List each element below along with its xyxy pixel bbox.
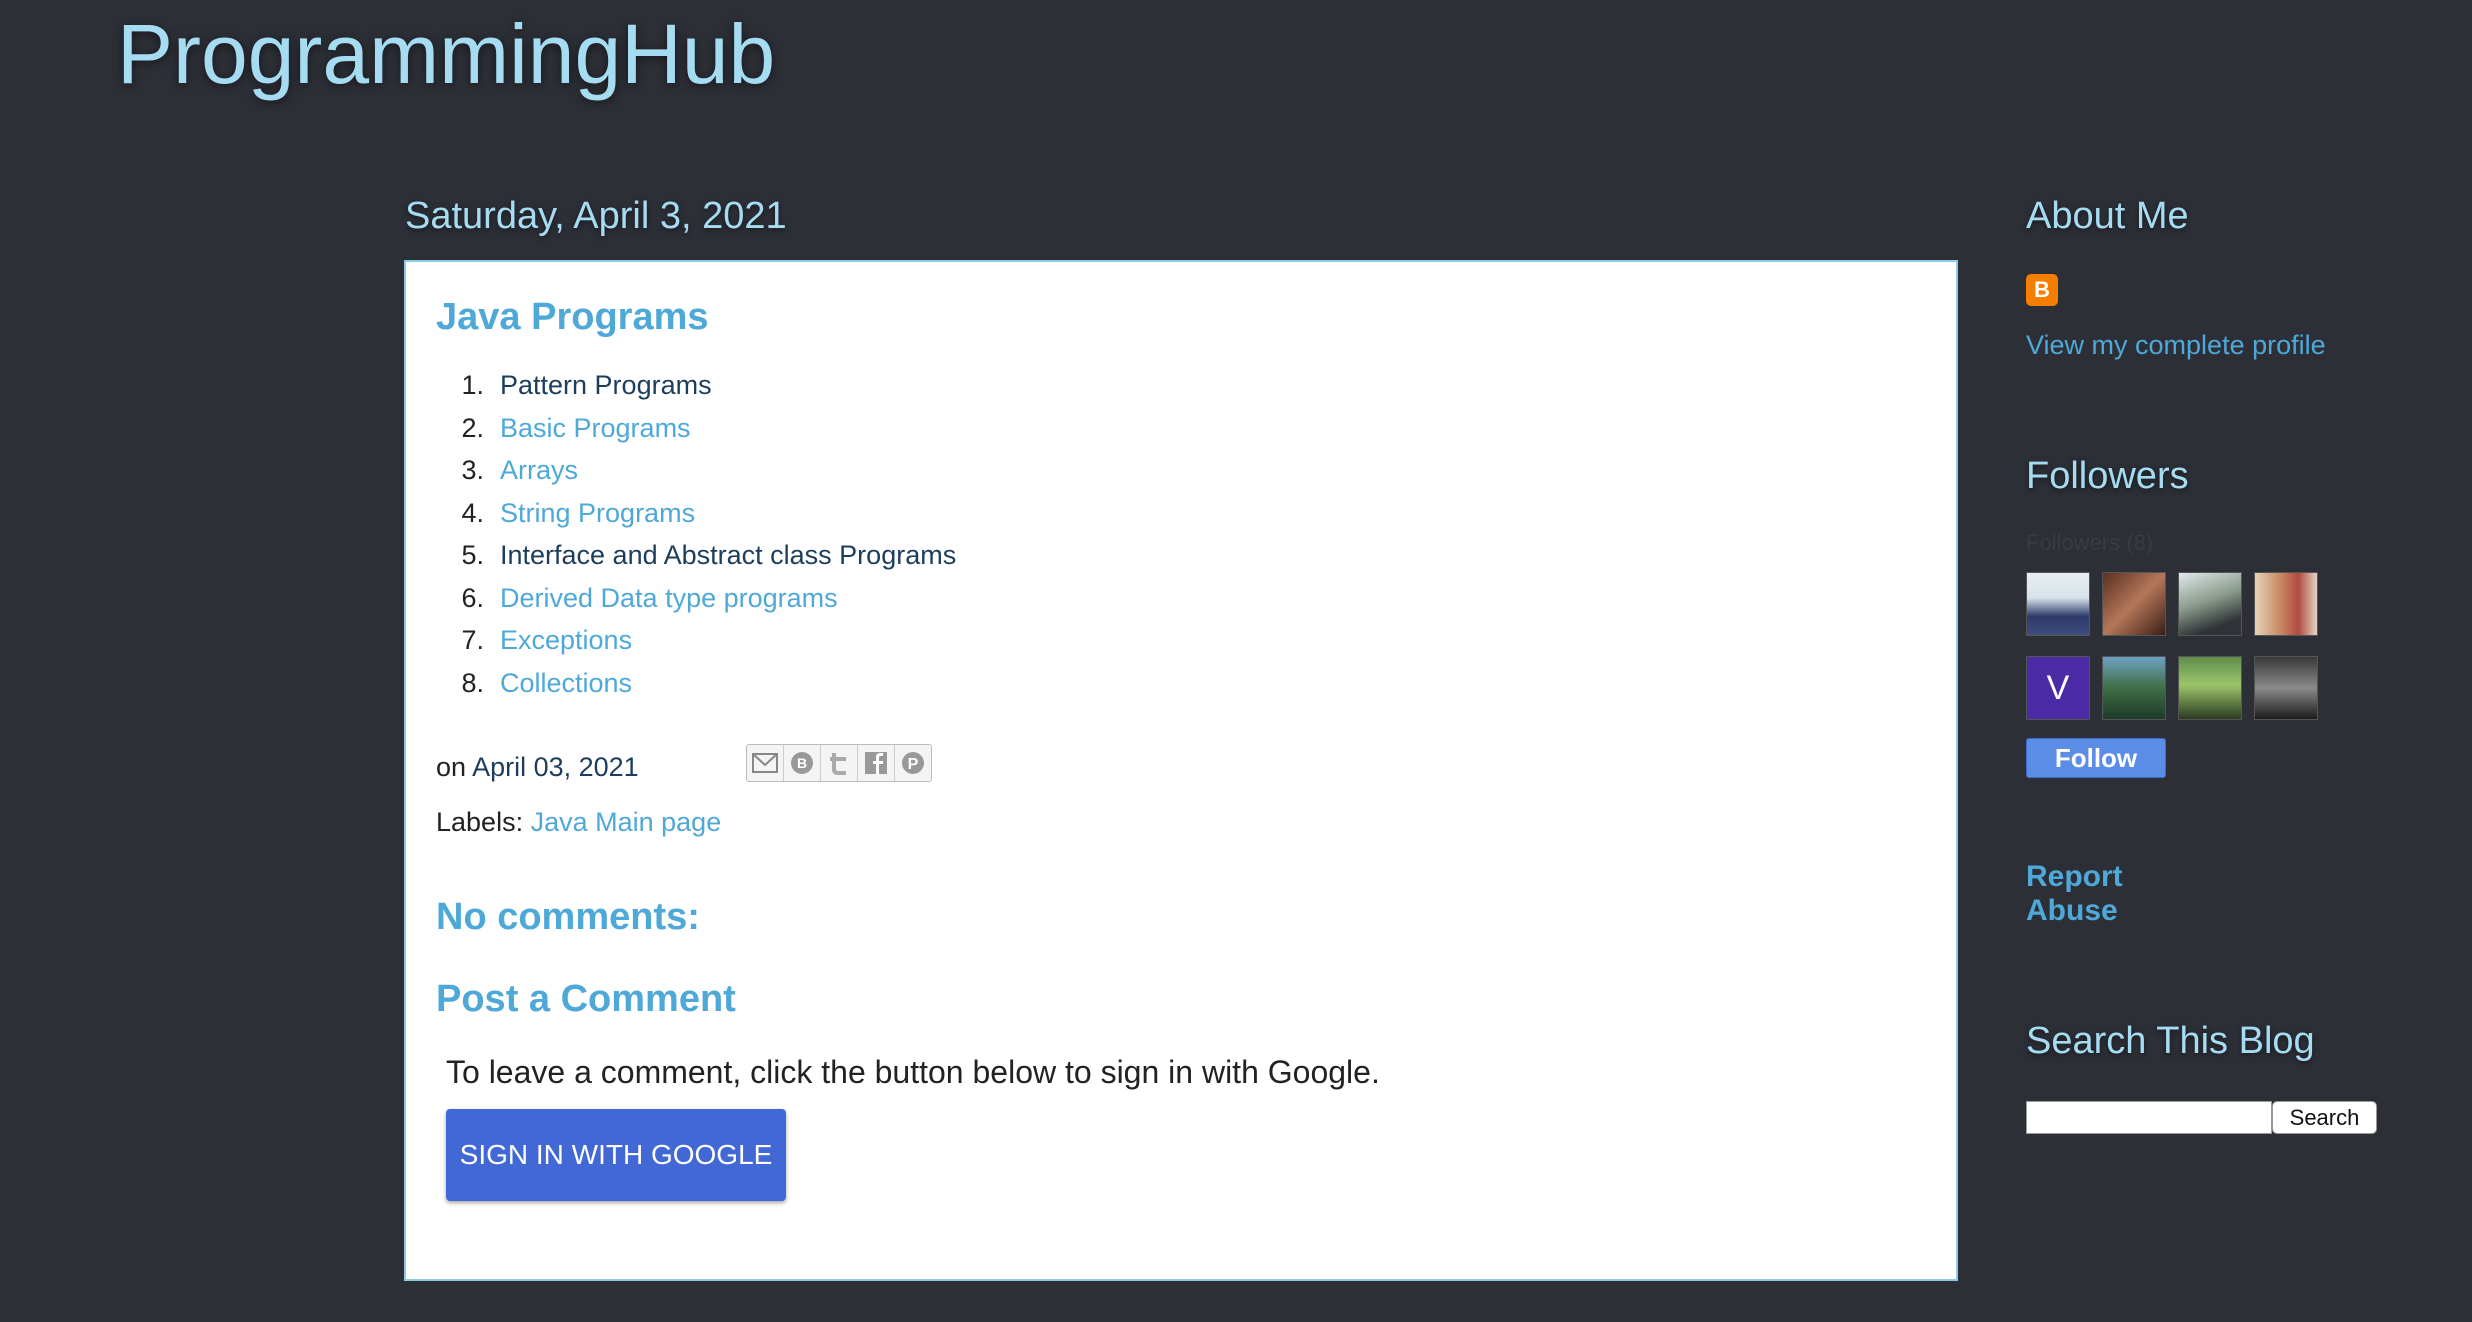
follower-avatar[interactable] xyxy=(2254,656,2318,720)
list-item: 1. Pattern Programs xyxy=(436,364,956,407)
blogger-profile-icon[interactable]: B xyxy=(2026,274,2058,306)
list-item: 5. Interface and Abstract class Programs xyxy=(436,534,956,577)
link-collections[interactable]: Collections xyxy=(500,662,632,705)
link-arrays[interactable]: Arrays xyxy=(500,449,578,492)
search-heading: Search This Blog xyxy=(2026,1020,2315,1062)
post-body: Java Programs 1. Pattern Programs 2. Basic… xyxy=(404,260,1958,1281)
date-header: Saturday, April 3, 2021 xyxy=(405,195,787,237)
twitter-icon[interactable] xyxy=(821,745,858,781)
comment-signin-note: To leave a comment, click the button bel… xyxy=(446,1054,1380,1090)
about-me-heading: About Me xyxy=(2026,195,2189,237)
link-interface-abstract[interactable]: Interface and Abstract class Programs xyxy=(500,534,956,577)
svg-text:P: P xyxy=(908,756,919,773)
follower-avatar[interactable]: V xyxy=(2026,656,2090,720)
link-derived-data-type[interactable]: Derived Data type programs xyxy=(500,577,838,620)
post-footer-on: on xyxy=(436,752,467,782)
post-title[interactable]: Java Programs xyxy=(436,296,709,339)
blogger-icon[interactable]: B xyxy=(784,745,821,781)
program-list: 1. Pattern Programs 2. Basic Programs 3. Ar… xyxy=(436,364,956,704)
post-timestamp-link[interactable]: April 03, 2021 xyxy=(472,752,639,782)
blog-title[interactable]: ProgrammingHub xyxy=(117,6,775,103)
post-comment-heading: Post a Comment xyxy=(436,978,736,1020)
report-abuse-link[interactable]: Report Abuse xyxy=(2026,860,2166,928)
pinterest-icon[interactable]: P xyxy=(895,745,931,781)
list-item: 7. Exceptions xyxy=(436,619,956,662)
list-item: 4. String Programs xyxy=(436,492,956,535)
follower-avatar[interactable] xyxy=(2178,572,2242,636)
followers-count: Followers (8) xyxy=(2026,530,2154,555)
post-footer: on April 03, 2021 B P xyxy=(436,744,932,783)
search-input[interactable] xyxy=(2026,1101,2272,1134)
comments-heading: No comments: xyxy=(436,896,700,938)
facebook-icon[interactable] xyxy=(858,745,895,781)
list-item: 2. Basic Programs xyxy=(436,407,956,450)
follower-avatar[interactable] xyxy=(2102,656,2166,720)
follower-avatar[interactable] xyxy=(2026,572,2090,636)
labels-line: Labels: Java Main page xyxy=(436,807,721,838)
link-pattern-programs[interactable]: Pattern Programs xyxy=(500,364,712,407)
share-buttons: B P xyxy=(746,744,932,782)
link-string-programs[interactable]: String Programs xyxy=(500,492,695,535)
sign-in-with-google-button[interactable]: SIGN IN WITH GOOGLE xyxy=(446,1109,786,1201)
email-icon[interactable] xyxy=(747,745,784,781)
followers-heading: Followers xyxy=(2026,455,2189,497)
list-item: 8. Collections xyxy=(436,662,956,705)
list-item: 6. Derived Data type programs xyxy=(436,577,956,620)
link-exceptions[interactable]: Exceptions xyxy=(500,619,632,662)
follow-button[interactable]: Follow xyxy=(2026,738,2166,778)
follower-avatar[interactable] xyxy=(2102,572,2166,636)
follower-avatar[interactable] xyxy=(2178,656,2242,720)
follower-avatar[interactable] xyxy=(2254,572,2318,636)
followers-grid: V xyxy=(2026,572,2318,720)
label-link-java-main-page[interactable]: Java Main page xyxy=(531,807,722,837)
list-item: 3. Arrays xyxy=(436,449,956,492)
view-profile-link[interactable]: View my complete profile xyxy=(2026,330,2326,361)
labels-prefix: Labels: xyxy=(436,807,524,837)
svg-text:B: B xyxy=(797,755,807,771)
search-button[interactable]: Search xyxy=(2272,1101,2377,1134)
link-basic-programs[interactable]: Basic Programs xyxy=(500,407,691,450)
